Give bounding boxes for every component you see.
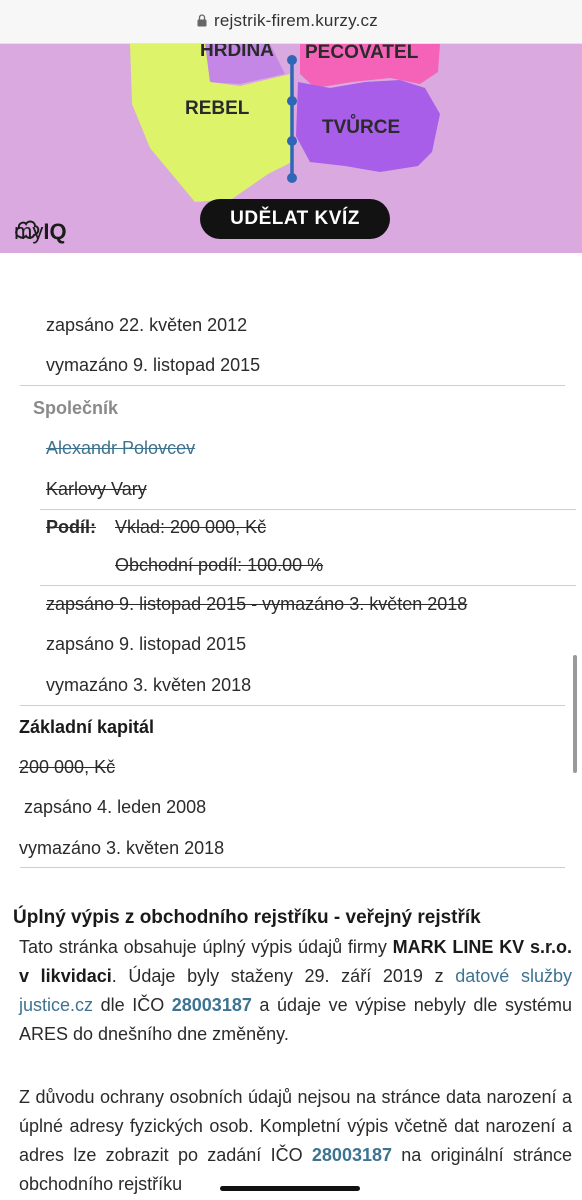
prev-vymazano: vymazáno 9. listopad 2015: [46, 355, 261, 375]
p1-text-c: dle IČO: [93, 995, 172, 1015]
divider: [40, 509, 576, 510]
divider: [20, 385, 565, 386]
partner-vymazano: vymazáno 3. květen 2018: [46, 675, 252, 695]
vklad-value: Vklad: 200 000, Kč: [115, 517, 267, 537]
partner-name-link[interactable]: Alexandr Polovcev: [46, 438, 195, 459]
label-pecovatel: PEČOVATEL: [305, 44, 419, 63]
obchodni-podil-value: Obchodní podíl: 100.00 %: [115, 555, 324, 575]
kapital-zapsano: zapsáno 4. leden 2008: [24, 797, 207, 817]
info-paragraph-2: Z důvodu ochrany osobních údajů nejsou n…: [19, 1083, 572, 1199]
spolecnik-label: Společník: [33, 398, 119, 418]
home-indicator[interactable]: [220, 1186, 360, 1191]
divider: [20, 867, 565, 868]
divider: [20, 705, 565, 706]
divider: [40, 585, 576, 586]
partner-zapsano: zapsáno 9. listopad 2015: [46, 634, 247, 654]
label-rebel: REBEL: [185, 98, 250, 119]
lock-icon: [197, 14, 207, 27]
podil-label: Podíl:: [46, 517, 96, 537]
section-heading: Úplný výpis z obchodního rejstříku - veř…: [13, 907, 481, 928]
ico-link-2[interactable]: 28003187: [312, 1145, 392, 1165]
brain-icon: [15, 220, 40, 239]
browser-url-bar[interactable]: rejstrik-firem.kurzy.cz: [0, 0, 582, 44]
prev-zapsano: zapsáno 22. květen 2012: [46, 315, 248, 335]
kapital-value: 200 000, Kč: [19, 757, 116, 777]
partner-city: Karlovy Vary: [46, 479, 147, 499]
kapital-vymazano: vymazáno 3. květen 2018: [19, 838, 225, 858]
url-text: rejstrik-firem.kurzy.cz: [214, 11, 378, 30]
ad-banner[interactable]: HRDINA PEČOVATEL REBEL TVŮRCE UDĚLAT KVÍ…: [0, 44, 582, 253]
label-hrdina: HRDINA: [200, 44, 274, 61]
kapital-label: Základní kapitál: [19, 717, 155, 737]
partner-range: zapsáno 9. listopad 2015 - vymazáno 3. k…: [46, 594, 468, 614]
ico-link[interactable]: 28003187: [172, 995, 252, 1015]
take-quiz-button[interactable]: UDĚLAT KVÍZ: [200, 199, 390, 239]
label-tvurce: TVŮRCE: [322, 115, 400, 138]
p1-text-a: Tato stránka obsahuje úplný výpis údajů …: [19, 937, 393, 957]
scrollbar[interactable]: [573, 655, 577, 773]
p1-text-b: . Údaje byly staženy 29. září 2019 z: [111, 966, 456, 986]
brand-suffix: IQ: [43, 219, 67, 244]
myiq-logo: myIQ: [14, 219, 67, 245]
info-paragraph-1: Tato stránka obsahuje úplný výpis údajů …: [19, 933, 572, 1049]
